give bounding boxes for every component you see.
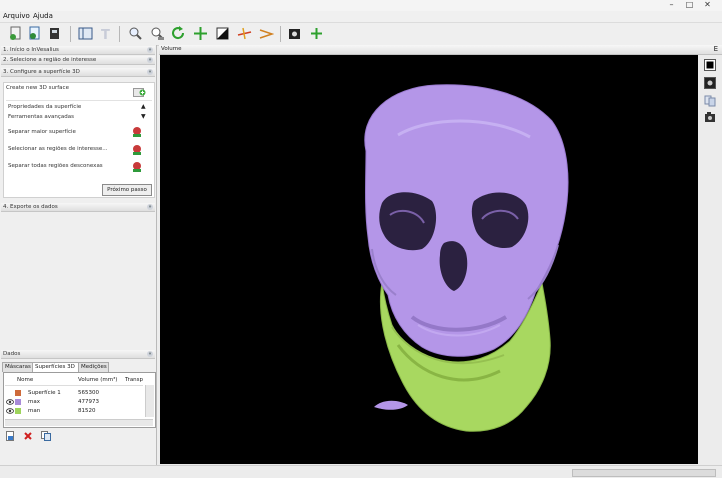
table-row[interactable]: man 81520 xyxy=(6,407,144,415)
chevron-down-icon[interactable]: » xyxy=(147,204,153,210)
surfaces-table: Nome Volume (mm³) Transp Superfície 1 56… xyxy=(3,372,156,428)
export-icon[interactable] xyxy=(47,26,62,41)
chevron-up-icon[interactable]: « xyxy=(147,351,153,357)
toolbar: T xyxy=(0,22,722,46)
surface-color-swatch[interactable] xyxy=(15,390,21,396)
surface-name: man xyxy=(28,408,41,414)
menu-bar: Arquivo Ajuda xyxy=(0,11,722,22)
toolbar-separator xyxy=(70,26,71,42)
chevron-up-icon[interactable]: « xyxy=(147,69,153,75)
zoom-icon[interactable] xyxy=(128,26,143,41)
view-orientation-icon[interactable] xyxy=(704,77,716,89)
separate-all-icon[interactable] xyxy=(131,161,143,173)
remove-icon[interactable] xyxy=(24,432,32,440)
tab-masks[interactable]: Máscaras xyxy=(2,362,34,372)
section-step-3[interactable]: 3. Configure a superfície 3D « xyxy=(1,68,155,77)
minimize-icon[interactable]: – xyxy=(666,0,677,9)
maximize-icon[interactable]: □ xyxy=(684,0,695,9)
surface-name: max xyxy=(28,399,40,405)
surface-volume: 477973 xyxy=(78,399,99,405)
data-panel-header: Dados « xyxy=(1,350,155,359)
separate-all-label: Separar todas regiões desconexas xyxy=(8,163,103,169)
skull-render xyxy=(364,84,569,432)
rotate-icon[interactable] xyxy=(171,26,186,41)
caret-up-icon[interactable]: ▲ xyxy=(141,103,146,110)
pan-icon[interactable] xyxy=(193,26,208,41)
camera-icon[interactable] xyxy=(704,111,716,123)
snapshot-icon[interactable] xyxy=(287,26,302,41)
surface-color-swatch[interactable] xyxy=(15,399,21,405)
table-row[interactable]: max 477973 xyxy=(6,398,144,406)
volume-panel-title: Volume xyxy=(161,46,182,52)
column-header-name[interactable]: Nome xyxy=(17,377,33,383)
separate-largest-icon[interactable] xyxy=(131,126,143,138)
surface-name: Superfície 1 xyxy=(28,390,61,396)
caret-down-icon[interactable]: ▼ xyxy=(141,113,146,120)
data-panel-title: Dados xyxy=(3,351,21,357)
surface-volume: 81520 xyxy=(78,408,96,414)
advanced-tools-label[interactable]: Ferramentas avançadas xyxy=(8,114,74,120)
section-step-1[interactable]: 1. Início o InVesalius » xyxy=(1,46,155,55)
create-surface-label[interactable]: Create new 3D surface xyxy=(6,85,69,91)
menu-ajuda[interactable]: Ajuda xyxy=(33,12,53,20)
horizontal-scrollbar[interactable] xyxy=(5,419,153,426)
text-icon[interactable]: T xyxy=(98,26,113,41)
import-green-icon[interactable] xyxy=(27,26,42,41)
progress-bar xyxy=(572,469,716,477)
section-step-3-label: 3. Configure a superfície 3D xyxy=(3,69,80,75)
tab-surfaces[interactable]: Superfícies 3D xyxy=(32,362,80,372)
layout-icon[interactable] xyxy=(78,26,93,41)
column-header-volume[interactable]: Volume (mm³) xyxy=(78,377,117,383)
chevron-down-icon[interactable]: » xyxy=(147,57,153,63)
section-step-1-label: 1. Início o InVesalius xyxy=(3,47,59,53)
viewer-side-toolbar xyxy=(699,55,722,464)
viewer-corner-label: E xyxy=(713,45,718,53)
separate-largest-label: Separar maior superfície xyxy=(8,129,76,135)
section-step-2-label: 2. Selecione a região de interesse xyxy=(3,57,97,63)
add-icon[interactable] xyxy=(309,26,324,41)
surface-color-swatch[interactable] xyxy=(15,408,21,414)
import-dicom-icon[interactable] xyxy=(8,26,23,41)
background-color-icon[interactable] xyxy=(704,59,716,71)
eye-icon[interactable] xyxy=(6,408,14,414)
measure-angle-icon[interactable] xyxy=(259,26,274,41)
surface-properties-label[interactable]: Propriedades da superfície xyxy=(8,104,81,110)
toolbar-separator xyxy=(119,26,120,42)
surface-volume: 565300 xyxy=(78,390,99,396)
contrast-icon[interactable] xyxy=(215,26,230,41)
tab-measurements[interactable]: Medições xyxy=(78,362,109,372)
stereo-icon[interactable] xyxy=(704,95,716,107)
select-regions-icon[interactable] xyxy=(131,144,143,156)
svg-text:T: T xyxy=(101,28,110,41)
volume-panel-header: Volume E xyxy=(159,45,722,55)
menu-arquivo[interactable]: Arquivo xyxy=(3,12,30,20)
status-bar xyxy=(0,465,722,478)
new-surface-icon[interactable] xyxy=(133,86,146,97)
section-step-2[interactable]: 2. Selecione a região de interesse » xyxy=(1,56,155,65)
surface-config-panel: Create new 3D surface Propriedades da su… xyxy=(3,82,155,198)
new-surface-icon[interactable] xyxy=(6,431,15,441)
column-header-transparency[interactable]: Transp xyxy=(125,377,143,383)
table-row[interactable]: Superfície 1 565300 xyxy=(6,389,144,397)
toolbar-separator xyxy=(280,26,281,42)
volume-viewer[interactable] xyxy=(160,55,698,464)
zoom-region-icon[interactable] xyxy=(150,26,165,41)
section-step-4-label: 4. Exporte os dados xyxy=(3,204,58,210)
section-step-4[interactable]: 4. Exporte os dados » xyxy=(1,203,155,212)
measure-linear-icon[interactable] xyxy=(237,26,252,41)
chevron-down-icon[interactable]: » xyxy=(147,47,153,53)
select-regions-label: Selecionar as regiões de interesse... xyxy=(8,146,108,152)
next-step-button[interactable]: Próximo passo xyxy=(102,184,152,196)
close-icon[interactable]: ✕ xyxy=(702,0,713,9)
eye-icon[interactable] xyxy=(6,399,14,405)
vertical-scrollbar[interactable] xyxy=(145,385,154,417)
duplicate-icon[interactable] xyxy=(41,431,51,441)
